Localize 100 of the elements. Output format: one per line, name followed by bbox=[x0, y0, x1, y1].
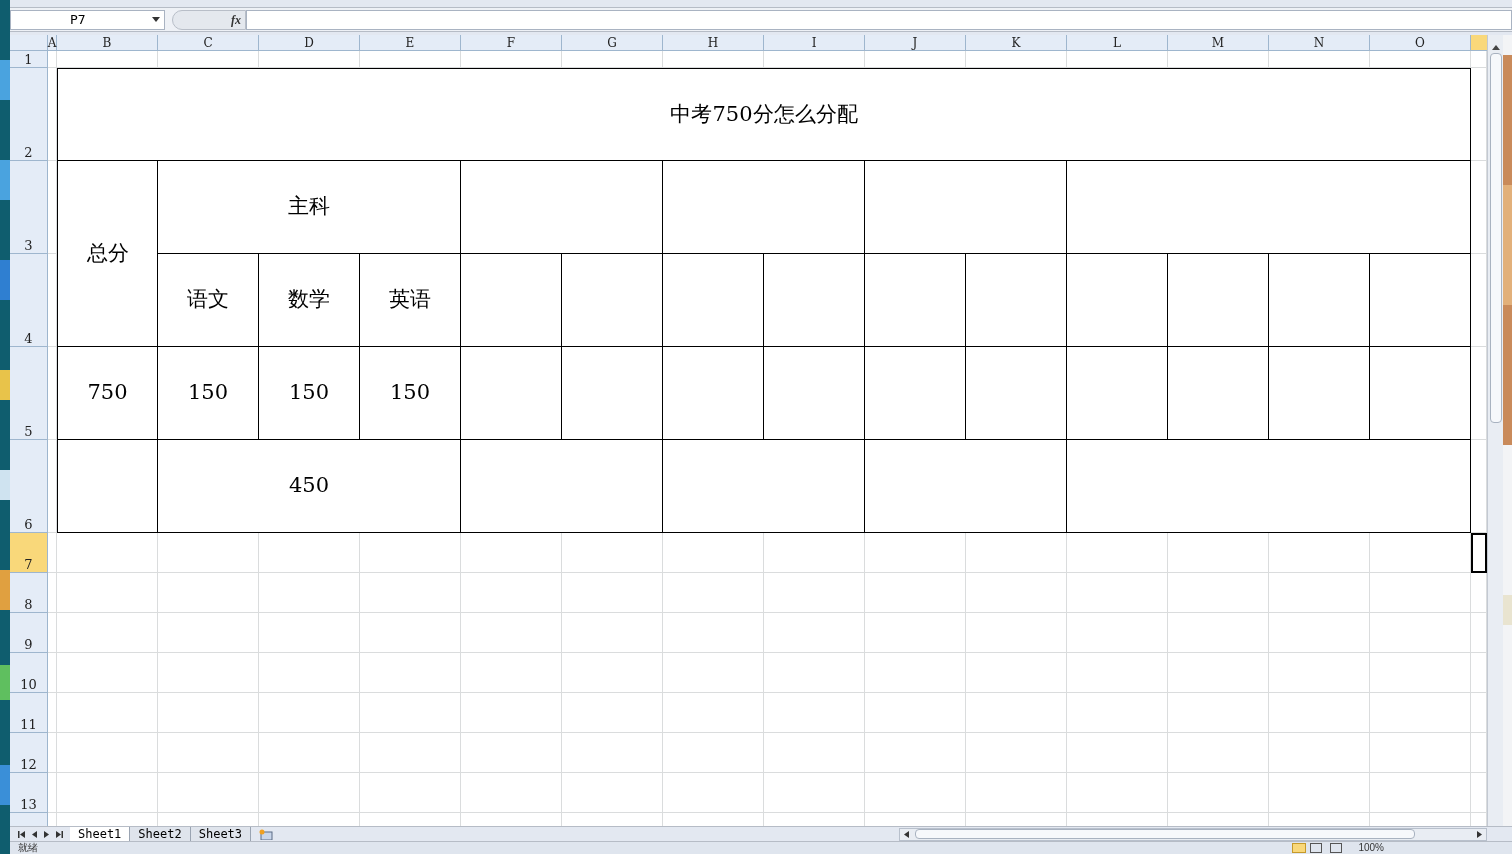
next-sheet-icon[interactable] bbox=[43, 830, 49, 838]
grid-cell[interactable] bbox=[259, 773, 360, 813]
grid-cell[interactable] bbox=[1067, 573, 1168, 613]
grid-cell[interactable] bbox=[764, 693, 865, 733]
grid-cell[interactable] bbox=[1067, 51, 1168, 68]
column-header[interactable]: N bbox=[1269, 35, 1370, 51]
grid-cell[interactable] bbox=[663, 573, 764, 613]
grid-cell[interactable] bbox=[1067, 693, 1168, 733]
grid-cell[interactable] bbox=[259, 653, 360, 693]
grid-cell[interactable] bbox=[1168, 693, 1269, 733]
row-header[interactable]: 12 bbox=[10, 733, 48, 773]
grid-cell[interactable] bbox=[865, 693, 966, 733]
sheet-tab[interactable]: Sheet2 bbox=[130, 826, 191, 842]
grid-cell[interactable] bbox=[57, 533, 158, 573]
grid-cell[interactable] bbox=[360, 733, 461, 773]
grid-cell[interactable] bbox=[1370, 773, 1471, 813]
grid-cell[interactable] bbox=[259, 51, 360, 68]
grid-cell[interactable] bbox=[360, 533, 461, 573]
grid-cell[interactable] bbox=[1168, 733, 1269, 773]
grid-cell[interactable] bbox=[48, 51, 57, 68]
grid-cell[interactable] bbox=[663, 693, 764, 733]
grid-cell[interactable] bbox=[1269, 693, 1370, 733]
grid-cell[interactable] bbox=[360, 773, 461, 813]
grid-cell[interactable] bbox=[48, 254, 57, 347]
row-header[interactable]: 10 bbox=[10, 653, 48, 693]
grid-cell[interactable] bbox=[1168, 573, 1269, 613]
grid-cell[interactable] bbox=[48, 693, 57, 733]
grid-cell[interactable] bbox=[1168, 533, 1269, 573]
grid-cell[interactable] bbox=[966, 51, 1067, 68]
grid-cell[interactable] bbox=[158, 613, 259, 653]
grid-cell[interactable] bbox=[57, 51, 158, 68]
grid-cell[interactable] bbox=[966, 733, 1067, 773]
column-header[interactable]: L bbox=[1067, 35, 1168, 51]
scroll-right-icon[interactable] bbox=[1477, 830, 1482, 838]
grid-cell[interactable] bbox=[158, 573, 259, 613]
grid-cell[interactable] bbox=[966, 533, 1067, 573]
grid-cell[interactable] bbox=[865, 51, 966, 68]
grid-cell[interactable] bbox=[48, 347, 57, 440]
grid-cell[interactable] bbox=[1269, 51, 1370, 68]
grid-cell[interactable] bbox=[360, 693, 461, 733]
grid-cell[interactable] bbox=[663, 653, 764, 693]
grid-cell[interactable] bbox=[1471, 613, 1487, 653]
grid-cell[interactable] bbox=[259, 533, 360, 573]
vertical-scrollbar[interactable] bbox=[1487, 35, 1503, 826]
grid-cell[interactable] bbox=[562, 773, 663, 813]
grid-cell[interactable] bbox=[865, 773, 966, 813]
grid-cell[interactable] bbox=[562, 573, 663, 613]
grid-cell[interactable] bbox=[57, 653, 158, 693]
grid-cell[interactable] bbox=[48, 68, 57, 161]
grid-cell[interactable] bbox=[1269, 573, 1370, 613]
sheet-tab[interactable]: Sheet1 bbox=[70, 826, 131, 842]
grid-cell[interactable] bbox=[57, 773, 158, 813]
grid-cell[interactable] bbox=[966, 613, 1067, 653]
grid-cell[interactable] bbox=[1168, 653, 1269, 693]
select-all-corner[interactable] bbox=[10, 35, 48, 51]
grid-cell[interactable] bbox=[57, 733, 158, 773]
grid-cell[interactable] bbox=[57, 693, 158, 733]
grid-cell[interactable] bbox=[663, 613, 764, 653]
grid-cell[interactable] bbox=[48, 533, 57, 573]
grid-cell[interactable] bbox=[48, 613, 57, 653]
row-header[interactable]: 3 bbox=[10, 161, 48, 254]
grid-cell[interactable] bbox=[158, 533, 259, 573]
row-header[interactable]: 4 bbox=[10, 254, 48, 347]
grid-cell[interactable] bbox=[764, 51, 865, 68]
grid-cell[interactable] bbox=[48, 161, 57, 254]
name-box[interactable]: P7 bbox=[10, 9, 165, 30]
grid-cell[interactable] bbox=[1471, 440, 1487, 533]
grid-cell[interactable] bbox=[1269, 773, 1370, 813]
grid-cell[interactable] bbox=[764, 533, 865, 573]
grid-cell[interactable] bbox=[764, 653, 865, 693]
grid-cell[interactable] bbox=[1168, 773, 1269, 813]
grid-cell[interactable] bbox=[1370, 533, 1471, 573]
grid-cell[interactable] bbox=[1471, 51, 1487, 68]
grid-cell[interactable] bbox=[158, 653, 259, 693]
selected-cell[interactable] bbox=[1471, 533, 1487, 573]
column-header[interactable]: B bbox=[57, 35, 158, 51]
new-sheet-icon[interactable] bbox=[259, 828, 274, 840]
scroll-up-icon[interactable] bbox=[1491, 45, 1500, 50]
grid-cell[interactable] bbox=[360, 573, 461, 613]
grid-cell[interactable] bbox=[764, 733, 865, 773]
grid-cell[interactable] bbox=[764, 773, 865, 813]
page-break-icon[interactable] bbox=[1330, 843, 1343, 853]
grid-cell[interactable] bbox=[865, 733, 966, 773]
grid-cell[interactable] bbox=[259, 573, 360, 613]
row-header[interactable]: 2 bbox=[10, 68, 48, 161]
column-header[interactable]: C bbox=[158, 35, 259, 51]
grid-cell[interactable] bbox=[1269, 733, 1370, 773]
last-sheet-icon[interactable] bbox=[55, 830, 63, 838]
grid-cell[interactable] bbox=[1269, 533, 1370, 573]
grid-cell[interactable] bbox=[1471, 693, 1487, 733]
grid-cell[interactable] bbox=[158, 51, 259, 68]
grid-cell[interactable] bbox=[1269, 653, 1370, 693]
grid-cell[interactable] bbox=[1471, 733, 1487, 773]
row-header[interactable]: 7 bbox=[10, 533, 48, 573]
insert-function-button[interactable]: fx bbox=[231, 10, 241, 29]
first-sheet-icon[interactable] bbox=[17, 830, 25, 838]
grid-cell[interactable] bbox=[562, 51, 663, 68]
grid-cell[interactable] bbox=[1168, 51, 1269, 68]
grid-cell[interactable] bbox=[966, 773, 1067, 813]
row-header[interactable]: 11 bbox=[10, 693, 48, 733]
